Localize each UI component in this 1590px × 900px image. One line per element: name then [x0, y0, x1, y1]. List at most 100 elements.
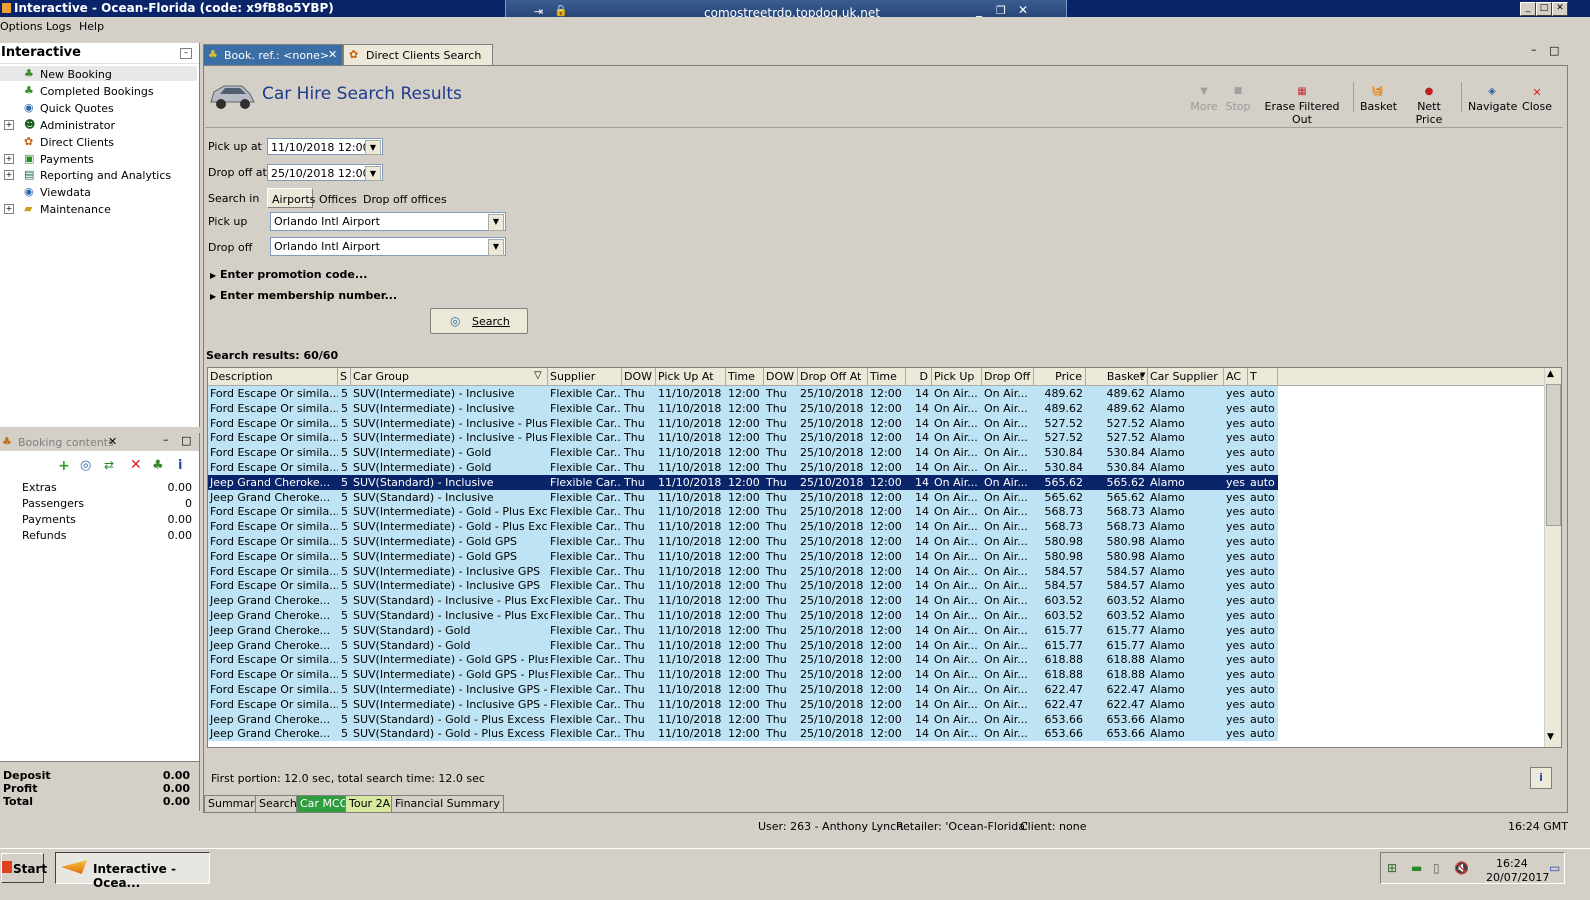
navigate-button[interactable]: ◈ Navigate [1468, 86, 1517, 113]
search-in-dropoff-offices[interactable]: Drop off offices [363, 193, 447, 206]
rdp-close-icon[interactable]: ✕ [1018, 3, 1028, 17]
promo-code-expander[interactable]: ▶ Enter promotion code... [210, 268, 367, 281]
table-row[interactable]: Ford Escape Or simila... 5 SUV(Intermediat… [208, 667, 1278, 683]
column-header-pickup-dow[interactable]: DOW [622, 368, 656, 385]
dropoff-at-field[interactable]: 25/10/2018 12:00 ▼ [267, 164, 383, 181]
close-tab-icon[interactable]: ✕ [328, 48, 337, 61]
tab-booking[interactable]: ♣ Book. ref.: <none> ✕ [203, 44, 343, 65]
device-icon[interactable]: ▯ [1433, 861, 1440, 875]
search-in-offices[interactable]: Offices [319, 193, 357, 206]
tree-item-administrator[interactable]: Administrator [40, 119, 115, 132]
table-row[interactable]: Ford Escape Or simila... 5 SUV(Intermediat… [208, 652, 1278, 668]
chevron-down-icon[interactable]: ▼ [488, 214, 504, 231]
menu-help[interactable]: Help [79, 20, 104, 33]
table-row[interactable]: Ford Escape Or simila... 5 SUV(Intermediat… [208, 504, 1278, 520]
tab-tour-2a[interactable]: Tour 2A [345, 795, 395, 813]
results-grid[interactable]: Description S Car Group Supplier DOW Pick Up … [207, 367, 1562, 748]
tree-item-reporting-and-analytics[interactable]: Reporting and Analytics [40, 169, 171, 182]
column-header-days[interactable]: D [906, 368, 932, 385]
tree-item-payments[interactable]: Payments [40, 153, 94, 166]
maximize-booking-panel-icon[interactable]: □ [181, 434, 191, 447]
tab-financial-summary[interactable]: Financial Summary [391, 795, 504, 813]
expand-payments-icon[interactable]: + [4, 154, 14, 164]
table-row[interactable]: Jeep Grand Cheroke... 5 SUV(Standard) - Go… [208, 637, 1278, 653]
search-button[interactable]: ◎ Search [430, 308, 528, 334]
rdp-restore-icon[interactable]: ❐ [996, 4, 1006, 17]
stop-button[interactable]: ■ Stop [1224, 86, 1252, 113]
expand-maintenance-icon[interactable]: + [4, 204, 14, 214]
table-row[interactable]: Jeep Grand Cheroke... 5 SUV(Standard) - In… [208, 593, 1278, 609]
table-row[interactable]: Jeep Grand Cheroke... 5 SUV(Standard) - Go… [208, 622, 1278, 638]
erase-filtered-out-button[interactable]: ▦ Erase Filtered Out [1257, 86, 1347, 126]
more-button[interactable]: ▼ More [1190, 86, 1218, 113]
table-row[interactable]: Ford Escape Or simila... 5 SUV(Intermediat… [208, 682, 1278, 697]
table-row[interactable]: Ford Escape Or simila... 5 SUV(Intermediat… [208, 534, 1278, 549]
tab-car-mco[interactable]: Car MCO [296, 795, 353, 813]
column-header-pickup-location[interactable]: Pick Up [932, 368, 982, 385]
tree-item-quick-quotes[interactable]: Quick Quotes [40, 102, 114, 115]
table-row[interactable]: Ford Escape Or simila... 5 SUV(Intermediat… [208, 386, 1278, 401]
scroll-up-icon[interactable]: ▲ [1547, 369, 1554, 379]
column-header-pickup-time[interactable]: Time [726, 368, 764, 385]
menu-options[interactable]: Options [0, 20, 42, 33]
minimize-button[interactable]: _ [1520, 2, 1536, 16]
table-row[interactable]: Ford Escape Or simila... 5 SUV(Intermediat… [208, 563, 1278, 579]
column-header-description[interactable]: Description [208, 368, 338, 385]
column-header-car-supplier[interactable]: Car Supplier [1148, 368, 1224, 385]
search-in-airports[interactable]: Airports [267, 188, 315, 208]
collapse-panel-button[interactable]: – [180, 48, 192, 59]
scroll-thumb[interactable] [1546, 384, 1561, 526]
minimize-content-icon[interactable]: – [1531, 43, 1537, 56]
tree-item-viewdata[interactable]: Viewdata [40, 186, 91, 199]
table-row[interactable]: Ford Escape Or simila... 5 SUV(Intermediat… [208, 578, 1278, 594]
column-header-dropoff-location[interactable]: Drop Off [982, 368, 1034, 385]
tree-item-direct-clients[interactable]: Direct Clients [40, 136, 114, 149]
table-row[interactable]: Jeep Grand Cheroke... 5 SUV(Standard) - Go… [208, 711, 1278, 727]
table-row[interactable]: Jeep Grand Cheroke... 5 SUV(Standard) - In… [208, 489, 1278, 505]
maximize-button[interactable]: □ [1536, 2, 1552, 16]
column-header-price[interactable]: Price [1034, 368, 1086, 385]
tree-item-new-booking[interactable]: New Booking [40, 68, 112, 81]
start-button[interactable]: Start [1, 853, 47, 883]
column-header-basket[interactable]: Basket [1086, 368, 1148, 385]
rdp-minimize-icon[interactable]: _ [976, 3, 982, 17]
chevron-down-icon[interactable]: ▼ [488, 239, 504, 256]
tree-item-maintenance[interactable]: Maintenance [40, 203, 111, 216]
table-row[interactable]: Jeep Grand Cheroke... 5 SUV(Standard) - In… [208, 608, 1278, 623]
dropoff-select[interactable]: Orlando Intl Airport ▼ [270, 237, 506, 256]
table-row[interactable]: Ford Escape Or simila... 5 SUV(Intermediat… [208, 415, 1278, 431]
add-icon[interactable]: + [58, 458, 70, 474]
expand-administrator-icon[interactable]: + [4, 120, 14, 130]
basket-button[interactable]: 🧺 Basket [1360, 86, 1397, 113]
column-header-dropoff-time[interactable]: Time [868, 368, 906, 385]
info-button[interactable]: i [1530, 767, 1552, 789]
taskbar-app-button[interactable]: Interactive - Ocea... [55, 852, 210, 890]
pickup-select[interactable]: Orlando Intl Airport ▼ [270, 212, 506, 231]
column-header-dropoff-date[interactable]: Drop Off At [798, 368, 868, 385]
column-header-seats[interactable]: S [338, 368, 351, 385]
menu-logs[interactable]: Logs [46, 20, 71, 33]
palm-tree-icon[interactable]: ♣ [152, 458, 164, 473]
chevron-down-icon[interactable]: ▼ [365, 140, 381, 155]
tab-search[interactable]: Search [255, 795, 301, 813]
expand-reporting-icon[interactable]: + [4, 170, 14, 180]
column-header-car-group[interactable]: Car Group [351, 368, 548, 385]
chevron-down-icon[interactable]: ▼ [365, 166, 381, 181]
network-icon[interactable]: ▬ [1411, 861, 1422, 875]
filter-icon[interactable]: ▽ [534, 370, 542, 381]
column-header-supplier[interactable]: Supplier [548, 368, 622, 385]
table-row[interactable]: Ford Escape Or simila... 5 SUV(Intermediat… [208, 445, 1278, 461]
table-row[interactable]: Ford Escape Or simila... 5 SUV(Intermediat… [208, 519, 1278, 535]
column-header-dropoff-dow[interactable]: DOW [764, 368, 798, 385]
tree-item-completed-bookings[interactable]: Completed Bookings [40, 85, 154, 98]
show-desktop-icon[interactable]: ▭ [1549, 861, 1560, 875]
close-button[interactable]: ✕ Close [1521, 86, 1553, 113]
refresh-icon[interactable]: ◎ [80, 458, 91, 473]
speaker-muted-icon[interactable]: 🔇 [1454, 861, 1469, 875]
delete-icon[interactable]: ✕ [130, 457, 142, 473]
membership-expander[interactable]: ▶ Enter membership number... [210, 289, 397, 302]
sort-descending-icon[interactable]: ▼ [1140, 371, 1145, 379]
column-header-transmission[interactable]: T [1248, 368, 1278, 385]
table-row[interactable]: Jeep Grand Cheroke... 5 SUV(Standard) - In… [208, 474, 1278, 490]
close-window-button[interactable]: ✕ [1552, 2, 1568, 16]
